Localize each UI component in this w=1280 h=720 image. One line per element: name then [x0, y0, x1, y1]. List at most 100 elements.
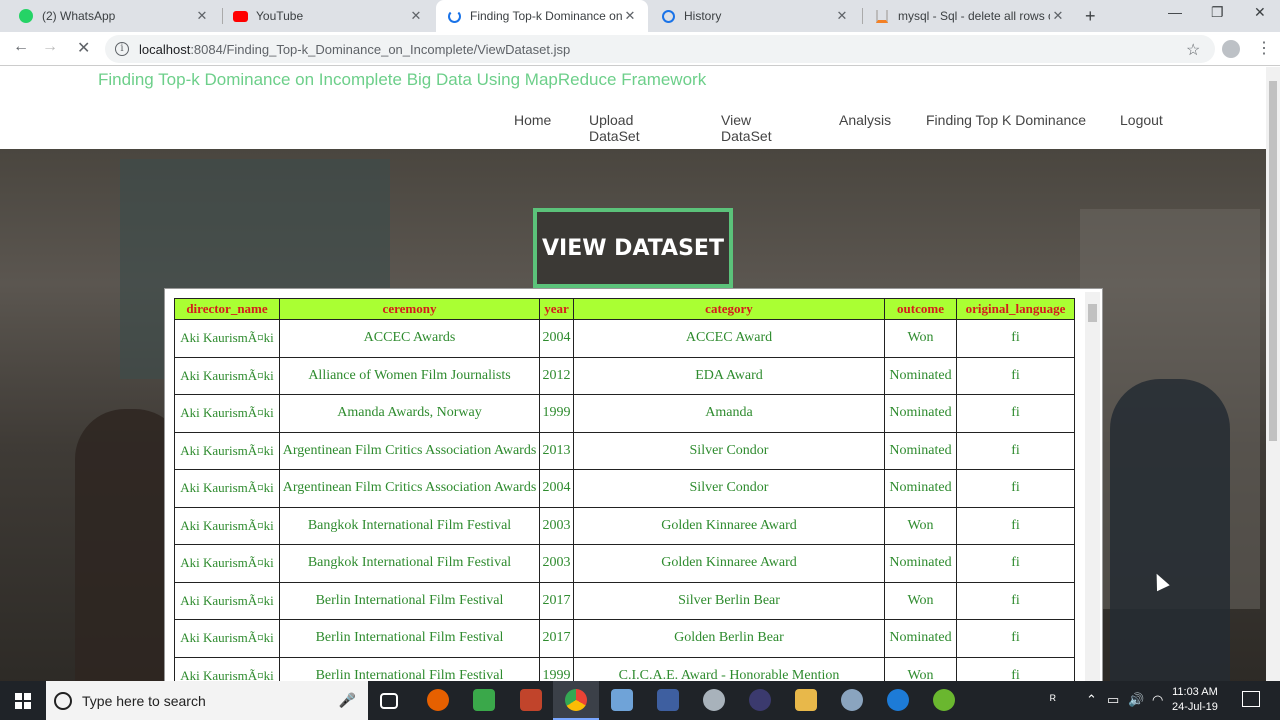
minimize-button[interactable]: ―: [1168, 4, 1182, 20]
virtualbox-icon[interactable]: [611, 689, 633, 711]
nav-logout[interactable]: Logout: [1120, 112, 1163, 128]
table-row: Aki KaurismÃ¤ki Argentinean Film Critics …: [174, 431, 1075, 470]
chrome-icon[interactable]: [565, 689, 587, 711]
taskbar-clock[interactable]: 11:03 AM 24-Jul-19: [1172, 685, 1218, 715]
table-cell-director-name: Aki KaurismÃ¤ki: [174, 431, 280, 470]
nav-upload-dataset[interactable]: Upload DataSet: [589, 112, 640, 144]
nav-analysis[interactable]: Analysis: [839, 112, 891, 128]
forward-arrow-icon[interactable]: →: [42, 38, 58, 56]
nav-view-dataset[interactable]: View DataSet: [721, 112, 772, 144]
microphone-icon[interactable]: 🎤: [339, 692, 356, 709]
app-icon[interactable]: [520, 689, 542, 711]
table-cell-original-language: fi: [956, 394, 1075, 433]
table-cell-director-name: Aki KaurismÃ¤ki: [174, 656, 280, 681]
table-cell-director-name: Aki KaurismÃ¤ki: [174, 356, 280, 395]
table-row: Aki KaurismÃ¤ki ACCEC Awards 2004 ACCEC Awa…: [174, 319, 1075, 358]
history-icon: [660, 8, 676, 24]
notification-icon[interactable]: [1242, 691, 1260, 707]
tab-title: mysql - Sql - delete all rows of: [898, 9, 1050, 23]
clock-time: 11:03 AM: [1172, 686, 1218, 698]
eclipse-icon[interactable]: [749, 689, 771, 711]
youtube-icon: [232, 8, 248, 24]
tab-whatsapp[interactable]: (2) WhatsApp ✕: [8, 0, 220, 32]
table-row: Aki KaurismÃ¤ki Bangkok International Fil…: [174, 544, 1075, 583]
table-cell-year: 2003: [539, 544, 574, 583]
task-view-icon[interactable]: [380, 693, 398, 709]
table-cell-ceremony: ACCEC Awards: [279, 319, 540, 358]
table-cell-category: EDA Award: [573, 356, 885, 395]
table-cell-director-name: Aki KaurismÃ¤ki: [174, 506, 280, 545]
battery-icon[interactable]: ▭: [1107, 692, 1119, 708]
app-icon[interactable]: [933, 689, 955, 711]
clock-date: 24-Jul-19: [1172, 701, 1218, 713]
firefox-icon[interactable]: [427, 689, 449, 711]
app-icon[interactable]: [703, 689, 725, 711]
tab-active-page[interactable]: Finding Top-k Dominance on In ✕: [436, 0, 648, 32]
url-path: :8084/Finding_Top-k_Dominance_on_Incompl…: [190, 41, 571, 57]
table-cell-outcome: Nominated: [884, 619, 957, 658]
menu-kebab-icon[interactable]: ⋮: [1256, 38, 1272, 58]
table-cell-ceremony: Berlin International Film Festival: [279, 656, 540, 681]
bookmark-star-icon[interactable]: ☆: [1186, 40, 1200, 60]
address-bar[interactable]: i localhost:8084/Finding_Top-k_Dominance…: [105, 35, 1215, 63]
tab-youtube[interactable]: YouTube ✕: [222, 0, 434, 32]
column-header: director_name: [174, 298, 280, 320]
loading-icon: [446, 8, 462, 24]
table-cell-director-name: Aki KaurismÃ¤ki: [174, 394, 280, 433]
table-cell-ceremony: Argentinean Film Critics Association Awa…: [279, 431, 540, 470]
app-icon[interactable]: [841, 689, 863, 711]
people-icon[interactable]: ᴿ: [1050, 692, 1056, 707]
nav-finding-top-k[interactable]: Finding Top K Dominance: [926, 112, 1086, 128]
close-tab-icon[interactable]: ✕: [622, 8, 638, 24]
table-cell-category: Silver Condor: [573, 431, 885, 470]
table-cell-outcome: Nominated: [884, 394, 957, 433]
table-cell-category: Silver Berlin Bear: [573, 581, 885, 620]
table-cell-category: Silver Condor: [573, 469, 885, 508]
table-cell-original-language: fi: [956, 431, 1075, 470]
table-cell-year: 2003: [539, 506, 574, 545]
table-cell-original-language: fi: [956, 356, 1075, 395]
tab-history[interactable]: History ✕: [650, 0, 860, 32]
whatsapp-icon: [18, 8, 34, 24]
edge-icon[interactable]: [887, 689, 909, 711]
file-explorer-icon[interactable]: [795, 689, 817, 711]
table-scrollbar[interactable]: [1085, 292, 1100, 681]
close-window-button[interactable]: ✕: [1254, 4, 1266, 21]
stop-loading-icon[interactable]: ✕: [77, 38, 90, 58]
profile-avatar[interactable]: [1222, 40, 1240, 58]
stackoverflow-icon: [874, 8, 890, 24]
dataset-table: director_name ceremony year category out…: [174, 298, 1075, 681]
table-cell-ceremony: Bangkok International Film Festival: [279, 506, 540, 545]
tray-chevron-icon[interactable]: ⌃: [1086, 692, 1097, 708]
table-cell-outcome: Won: [884, 656, 957, 681]
table-cell-outcome: Nominated: [884, 544, 957, 583]
taskbar-search[interactable]: Type here to search 🎤: [46, 681, 368, 720]
back-arrow-icon[interactable]: ←: [13, 38, 29, 56]
page-scrollbar[interactable]: [1266, 67, 1280, 681]
new-tab-button[interactable]: +: [1085, 6, 1096, 27]
windows-start-icon[interactable]: [15, 693, 31, 709]
table-header-row: director_name ceremony year category out…: [174, 298, 1075, 320]
close-tab-icon[interactable]: ✕: [408, 8, 424, 24]
tab-stackoverflow[interactable]: mysql - Sql - delete all rows of ✕: [864, 0, 1076, 32]
volume-icon[interactable]: 🔊: [1128, 692, 1144, 708]
table-cell-outcome: Won: [884, 319, 957, 358]
dataset-table-container[interactable]: director_name ceremony year category out…: [164, 288, 1103, 681]
table-cell-original-language: fi: [956, 506, 1075, 545]
app-icon[interactable]: [657, 689, 679, 711]
close-tab-icon[interactable]: ✕: [834, 8, 850, 24]
table-cell-original-language: fi: [956, 656, 1075, 681]
tab-title: History: [684, 9, 722, 23]
close-tab-icon[interactable]: ✕: [1050, 8, 1066, 24]
table-cell-outcome: Won: [884, 506, 957, 545]
table-cell-year: 1999: [539, 394, 574, 433]
nav-home[interactable]: Home: [514, 112, 551, 128]
notepad-plus-icon[interactable]: [473, 689, 495, 711]
table-cell-year: 2004: [539, 469, 574, 508]
restore-button[interactable]: ❐: [1211, 4, 1224, 21]
table-cell-year: 2013: [539, 431, 574, 470]
info-icon[interactable]: i: [115, 42, 129, 56]
wifi-icon[interactable]: ◠: [1152, 692, 1163, 708]
view-dataset-heading: VIEW DATASET: [533, 208, 733, 288]
close-tab-icon[interactable]: ✕: [194, 8, 210, 24]
